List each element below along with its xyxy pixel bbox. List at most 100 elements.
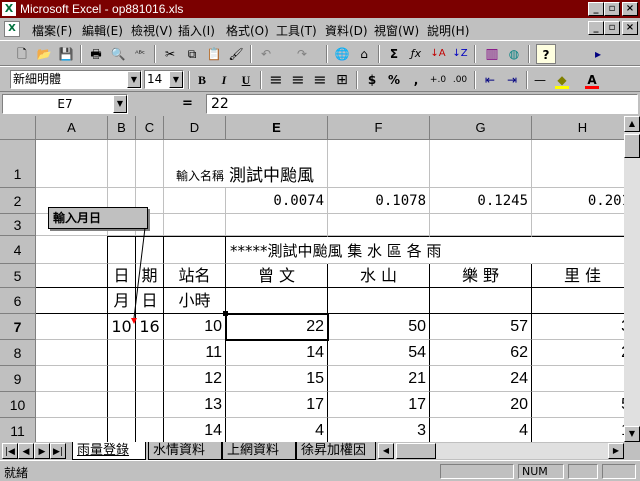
sheet-tab-thiessen[interactable]: 徐昇加權因 (296, 442, 376, 460)
cell-A7[interactable] (36, 314, 108, 340)
column-header-A[interactable]: A (36, 116, 108, 140)
cell-H10[interactable]: 5 (532, 392, 624, 418)
formula-input[interactable]: 22 (206, 94, 638, 114)
cell-F1[interactable] (328, 140, 430, 188)
align-left-icon[interactable]: ≡ (266, 70, 286, 90)
cell-A11[interactable] (36, 418, 108, 442)
cell-F4[interactable] (328, 236, 430, 264)
underline-button[interactable]: U (236, 70, 256, 90)
cell-B7[interactable]: 10 (108, 314, 136, 340)
sheet-tab-water[interactable]: 水情資料 (148, 442, 222, 460)
prev-sheet-icon[interactable]: ◀ (18, 443, 34, 459)
cell-H9[interactable] (532, 366, 624, 392)
scroll-thumb[interactable] (624, 134, 640, 158)
merge-center-icon[interactable]: ⊞ (332, 70, 352, 90)
cell-G6[interactable] (430, 288, 532, 314)
align-right-icon[interactable]: ≡ (310, 70, 330, 90)
decrease-decimal-icon[interactable]: .00 (450, 70, 470, 90)
cell-C7[interactable]: 16 (136, 314, 164, 340)
borders-icon[interactable]: — (530, 70, 550, 90)
paste-icon[interactable]: 📋 (204, 44, 224, 64)
formula-equals[interactable]: = (182, 96, 193, 111)
restore-button[interactable]: ▫ (604, 2, 620, 16)
help-icon[interactable]: ? (536, 44, 556, 64)
cell-C6[interactable]: 日 (136, 288, 164, 314)
cell-F7[interactable]: 50 (328, 314, 430, 340)
cell-E11[interactable]: 4 (226, 418, 328, 442)
cell-D3[interactable] (164, 214, 226, 236)
italic-button[interactable]: I (214, 70, 234, 90)
column-header-D[interactable]: D (164, 116, 226, 140)
cell-B5[interactable]: 日 (108, 264, 136, 288)
chevron-down-icon[interactable]: ▼ (169, 71, 183, 88)
cell-G2[interactable]: 0.1245 (430, 188, 532, 214)
cell-D6[interactable]: 小時 (164, 288, 226, 314)
cell-H5[interactable]: 里 佳 (532, 264, 624, 288)
cell-B11[interactable] (108, 418, 136, 442)
increase-indent-icon[interactable]: ⇥ (502, 70, 522, 90)
cell-F5[interactable]: 水 山 (328, 264, 430, 288)
hscroll-thumb[interactable] (396, 443, 436, 459)
comma-button[interactable]: , (406, 70, 426, 90)
chevron-down-icon[interactable]: ▼ (113, 95, 127, 113)
cell-G5[interactable]: 樂 野 (430, 264, 532, 288)
cell-E1[interactable]: 測試中颱風 (226, 140, 328, 188)
cell-D10[interactable]: 13 (164, 392, 226, 418)
cell-D9[interactable]: 12 (164, 366, 226, 392)
column-header-H[interactable]: H (532, 116, 624, 140)
menu-tools[interactable]: 工具(T) (276, 22, 317, 39)
column-header-G[interactable]: G (430, 116, 532, 140)
cell-A8[interactable] (36, 340, 108, 366)
cell-H11[interactable]: 1 (532, 418, 624, 442)
cell-A5[interactable] (36, 264, 108, 288)
cell-G3[interactable] (430, 214, 532, 236)
column-header-F[interactable]: F (328, 116, 430, 140)
cell-A6[interactable] (36, 288, 108, 314)
cell-H7[interactable]: 3 (532, 314, 624, 340)
more-buttons-icon[interactable]: ▸ (588, 44, 608, 64)
cell-G1[interactable] (430, 140, 532, 188)
cell-C4[interactable] (136, 236, 164, 264)
row-header-11[interactable]: 11 (0, 418, 36, 442)
comment-box[interactable]: 輸入月日 (48, 207, 148, 229)
scroll-down-icon[interactable]: ▼ (624, 426, 640, 442)
redo-icon[interactable]: ↷ (292, 44, 312, 64)
document-icon[interactable]: X (4, 21, 20, 37)
cell-A10[interactable] (36, 392, 108, 418)
row-header-4[interactable]: 4 (0, 236, 36, 264)
format-painter-icon[interactable]: 🖌 (226, 44, 246, 64)
web-icon[interactable]: ⌂ (354, 44, 374, 64)
font-name-select[interactable]: 新細明體 ▼ (10, 70, 142, 89)
sheet-tab-rain[interactable]: 雨量登錄 (72, 442, 146, 460)
cut-icon[interactable]: ✂ (160, 44, 180, 64)
cell-C5[interactable]: 期 (136, 264, 164, 288)
cell-D8[interactable]: 11 (164, 340, 226, 366)
cell-D4[interactable] (164, 236, 226, 264)
bold-button[interactable]: B (192, 70, 212, 90)
scroll-right-icon[interactable]: ▶ (608, 443, 624, 459)
cell-F2[interactable]: 0.1078 (328, 188, 430, 214)
cell-G7[interactable]: 57 (430, 314, 532, 340)
scroll-up-icon[interactable]: ▲ (624, 116, 640, 132)
column-header-E[interactable]: E (226, 116, 328, 140)
vertical-scrollbar[interactable]: ▲ ▼ (624, 116, 640, 442)
cell-G8[interactable]: 62 (430, 340, 532, 366)
cell-F6[interactable] (328, 288, 430, 314)
select-all-corner[interactable] (0, 116, 36, 140)
sort-asc-icon[interactable]: ↓A (428, 44, 448, 64)
cell-B8[interactable] (108, 340, 136, 366)
cell-H1[interactable] (532, 140, 624, 188)
copy-icon[interactable]: ⧉ (182, 44, 202, 64)
cell-H3[interactable] (532, 214, 624, 236)
cell-A1[interactable] (36, 140, 108, 188)
cell-E3[interactable] (226, 214, 328, 236)
cell-C10[interactable] (136, 392, 164, 418)
cell-E5[interactable]: 曾 文 (226, 264, 328, 288)
cell-H8[interactable]: 2 (532, 340, 624, 366)
cell-F11[interactable]: 3 (328, 418, 430, 442)
increase-decimal-icon[interactable]: +.0 (428, 70, 448, 90)
menu-file[interactable]: 檔案(F) (32, 22, 72, 39)
cell-B10[interactable] (108, 392, 136, 418)
save-icon[interactable]: 💾 (56, 44, 76, 64)
cell-C11[interactable] (136, 418, 164, 442)
